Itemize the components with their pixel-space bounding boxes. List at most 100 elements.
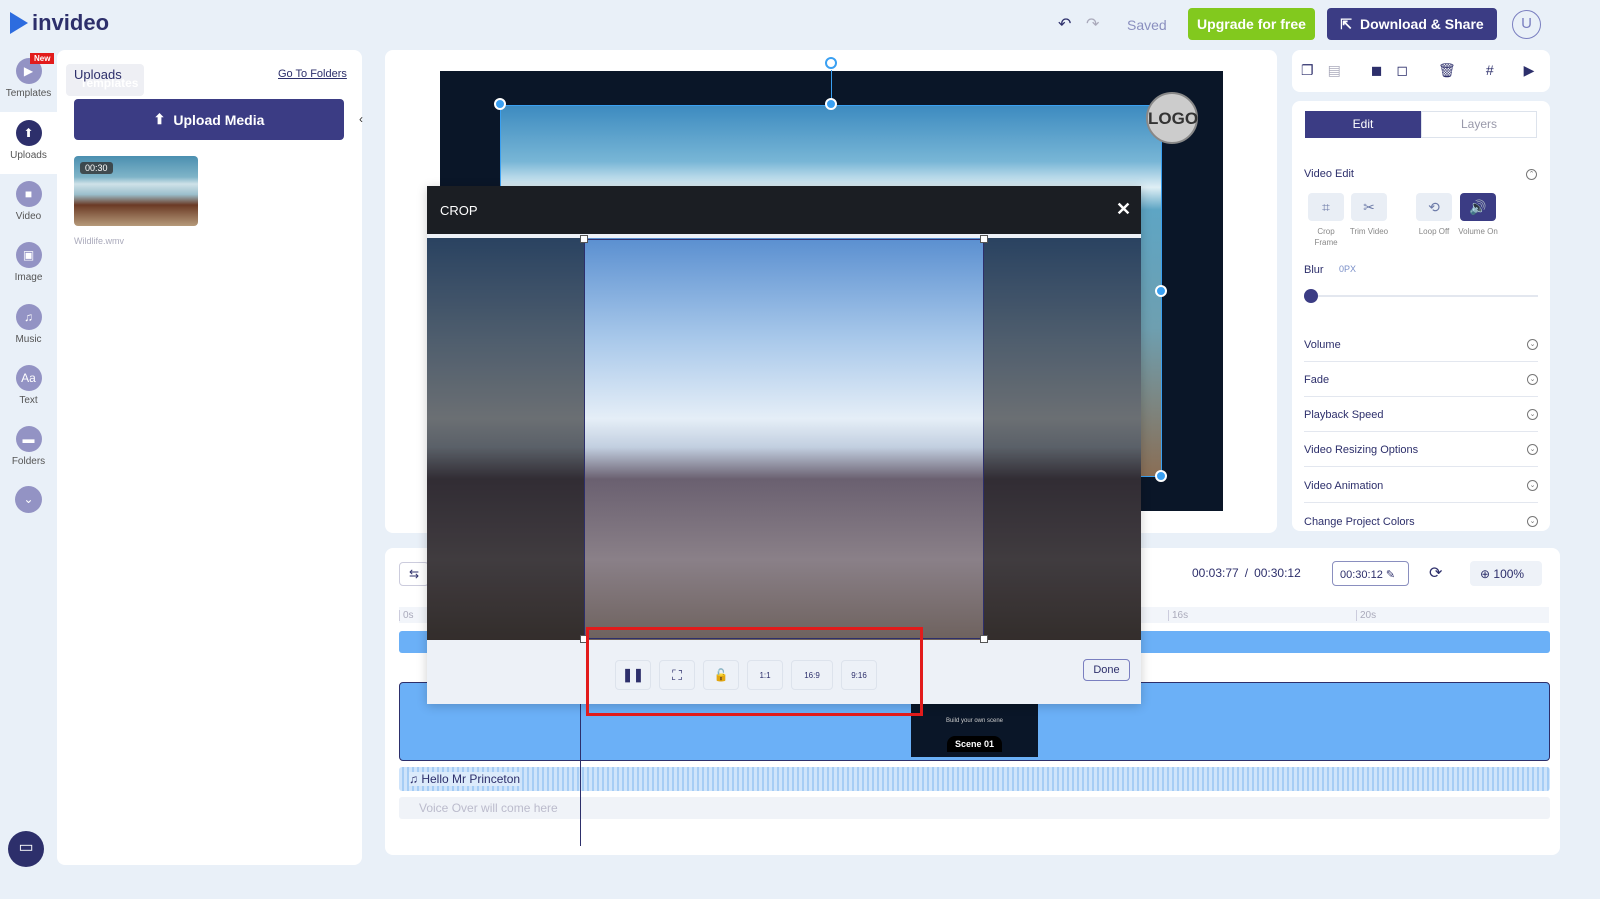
- chevron-down-icon: ⌄: [1527, 409, 1538, 420]
- scene-caption: Build your own scene: [945, 718, 1004, 724]
- media-thumbnail[interactable]: 00:30: [74, 156, 198, 226]
- redo-icon[interactable]: ↷: [1086, 14, 1099, 34]
- section-fade[interactable]: Fade ⌄: [1304, 374, 1538, 397]
- done-button[interactable]: Done: [1083, 659, 1130, 681]
- rail-uploads[interactable]: ⬆ Uploads: [0, 112, 57, 174]
- app-name: invideo: [32, 10, 110, 35]
- zoom-control[interactable]: ⊕ 100%: [1470, 561, 1542, 586]
- panel-title: Uploads: [74, 67, 122, 82]
- chat-icon[interactable]: ▭: [8, 831, 44, 867]
- resize-handle[interactable]: [1155, 470, 1167, 482]
- rail-label: Image: [14, 272, 43, 283]
- section-video-resizing[interactable]: Video Resizing Options ⌄: [1304, 444, 1538, 467]
- folder-icon: ▬: [15, 426, 42, 452]
- resize-handle[interactable]: [494, 98, 506, 110]
- text-icon: Aa: [15, 365, 42, 391]
- download-share-button[interactable]: ⇱ Download & Share: [1327, 8, 1497, 40]
- media-name: Wildlife.wmv: [74, 236, 125, 246]
- volume-button[interactable]: 🔊: [1460, 193, 1496, 221]
- chevron-down-icon: ⌄: [1527, 516, 1538, 527]
- section-label: Video Resizing Options: [1304, 444, 1419, 456]
- loop-button[interactable]: ⟲: [1416, 193, 1452, 221]
- section-label: Volume: [1304, 339, 1341, 351]
- rail-image[interactable]: ▣ Image: [0, 234, 57, 296]
- section-video-animation[interactable]: Video Animation ⌄: [1304, 480, 1538, 503]
- section-project-colors[interactable]: Change Project Colors ⌄: [1304, 516, 1538, 538]
- logo-placeholder[interactable]: LOGO: [1146, 92, 1198, 144]
- crop-frame-button[interactable]: ⌗: [1308, 193, 1344, 221]
- rail-video[interactable]: ■ Video: [0, 173, 57, 235]
- blur-value: 0PX: [1339, 264, 1357, 274]
- more-chevron-down-icon[interactable]: ⌄: [15, 486, 42, 513]
- upload-media-button[interactable]: ⬆ Upload Media: [74, 99, 344, 140]
- trim-video-button[interactable]: ✂: [1351, 193, 1387, 221]
- upload-icon: ⬆: [153, 111, 166, 127]
- undo-icon[interactable]: ↶: [1058, 14, 1071, 34]
- play-icon[interactable]: ▶: [1524, 62, 1535, 79]
- external-link-icon: ⇱: [1340, 15, 1353, 32]
- voice-over-track[interactable]: Voice Over will come here: [399, 797, 1550, 819]
- audio-track[interactable]: ♫ Hello Mr Princeton: [399, 767, 1550, 791]
- scene-label: Scene 01: [946, 736, 1003, 752]
- crop-mask-right: [984, 238, 1141, 640]
- resize-handle[interactable]: [1155, 285, 1167, 297]
- rail-music[interactable]: ♫ Music: [0, 296, 57, 358]
- chevron-down-icon: ⌄: [1527, 339, 1538, 350]
- crop-handle[interactable]: [980, 235, 988, 243]
- section-label: Playback Speed: [1304, 409, 1384, 421]
- app-logo[interactable]: invideo: [10, 10, 109, 36]
- avatar[interactable]: U: [1512, 10, 1541, 39]
- duplicate-icon[interactable]: ❐: [1301, 62, 1314, 79]
- bring-front-icon[interactable]: ◼: [1371, 62, 1383, 79]
- section-volume[interactable]: Volume ⌄: [1304, 339, 1538, 362]
- current-time: 00:03:77: [1192, 566, 1239, 580]
- audio-track-label: ♫ Hello Mr Princeton: [409, 772, 521, 786]
- blur-slider-thumb[interactable]: [1304, 289, 1318, 303]
- tick-label: 16s: [1168, 610, 1188, 621]
- zoom-value: 100%: [1493, 567, 1525, 581]
- tab-edit[interactable]: Edit: [1305, 111, 1421, 138]
- crop-box[interactable]: [584, 239, 984, 639]
- grid-icon[interactable]: #: [1486, 62, 1494, 79]
- time-separator: /: [1244, 566, 1249, 580]
- tool-label: Volume On: [1458, 227, 1498, 236]
- tool-label: Loop Off: [1418, 227, 1450, 236]
- video-icon: ■: [15, 181, 42, 207]
- chevron-down-icon: ⌄: [1527, 374, 1538, 385]
- crop-handle[interactable]: [980, 635, 988, 643]
- section-label: Fade: [1304, 374, 1330, 386]
- rail-templates[interactable]: ▶ Templates New: [0, 50, 57, 112]
- rotate-handle[interactable]: [825, 57, 837, 69]
- duration-value: 00:30:12: [1340, 569, 1383, 581]
- section-label: Change Project Colors: [1304, 516, 1415, 528]
- timer-icon[interactable]: ⟳: [1429, 563, 1442, 583]
- download-label: Download & Share: [1360, 16, 1484, 32]
- duration-field[interactable]: 00:30:12 ✎: [1332, 561, 1409, 586]
- rail-label: Templates: [5, 88, 52, 99]
- crop-handle[interactable]: [580, 235, 588, 243]
- timeline-settings-icon[interactable]: ⇆: [399, 562, 429, 586]
- resize-handle[interactable]: [825, 98, 837, 110]
- scene-thumbnail[interactable]: Build your own scene Scene 01: [911, 704, 1038, 757]
- chevron-down-icon: ⌄: [1527, 444, 1538, 455]
- rail-label: Uploads: [10, 150, 47, 161]
- rail-text[interactable]: Aa Text: [0, 357, 57, 419]
- rail-label: Text: [19, 395, 38, 406]
- go-to-folders-link[interactable]: Go To Folders: [278, 68, 347, 80]
- crop-mask-left: [427, 238, 584, 640]
- paste-icon[interactable]: ▤: [1328, 62, 1341, 79]
- music-icon: ♫: [15, 304, 42, 330]
- send-back-icon[interactable]: ◻: [1396, 62, 1408, 79]
- total-time: 00:30:12: [1254, 566, 1301, 580]
- blur-slider[interactable]: [1304, 295, 1538, 297]
- collapse-panel-icon[interactable]: ‹: [359, 112, 363, 126]
- section-playback-speed[interactable]: Playback Speed ⌄: [1304, 409, 1538, 432]
- pencil-icon: ✎: [1385, 569, 1396, 581]
- upgrade-button[interactable]: Upgrade for free: [1188, 8, 1315, 40]
- close-icon[interactable]: ✕: [1116, 199, 1131, 220]
- rail-folders[interactable]: ▬ Folders: [0, 418, 57, 480]
- delete-icon[interactable]: 🗑: [1438, 62, 1456, 79]
- tool-label: Crop Frame: [1314, 227, 1338, 247]
- tab-layers[interactable]: Layers: [1421, 111, 1537, 138]
- collapse-icon[interactable]: ⌃: [1526, 169, 1537, 180]
